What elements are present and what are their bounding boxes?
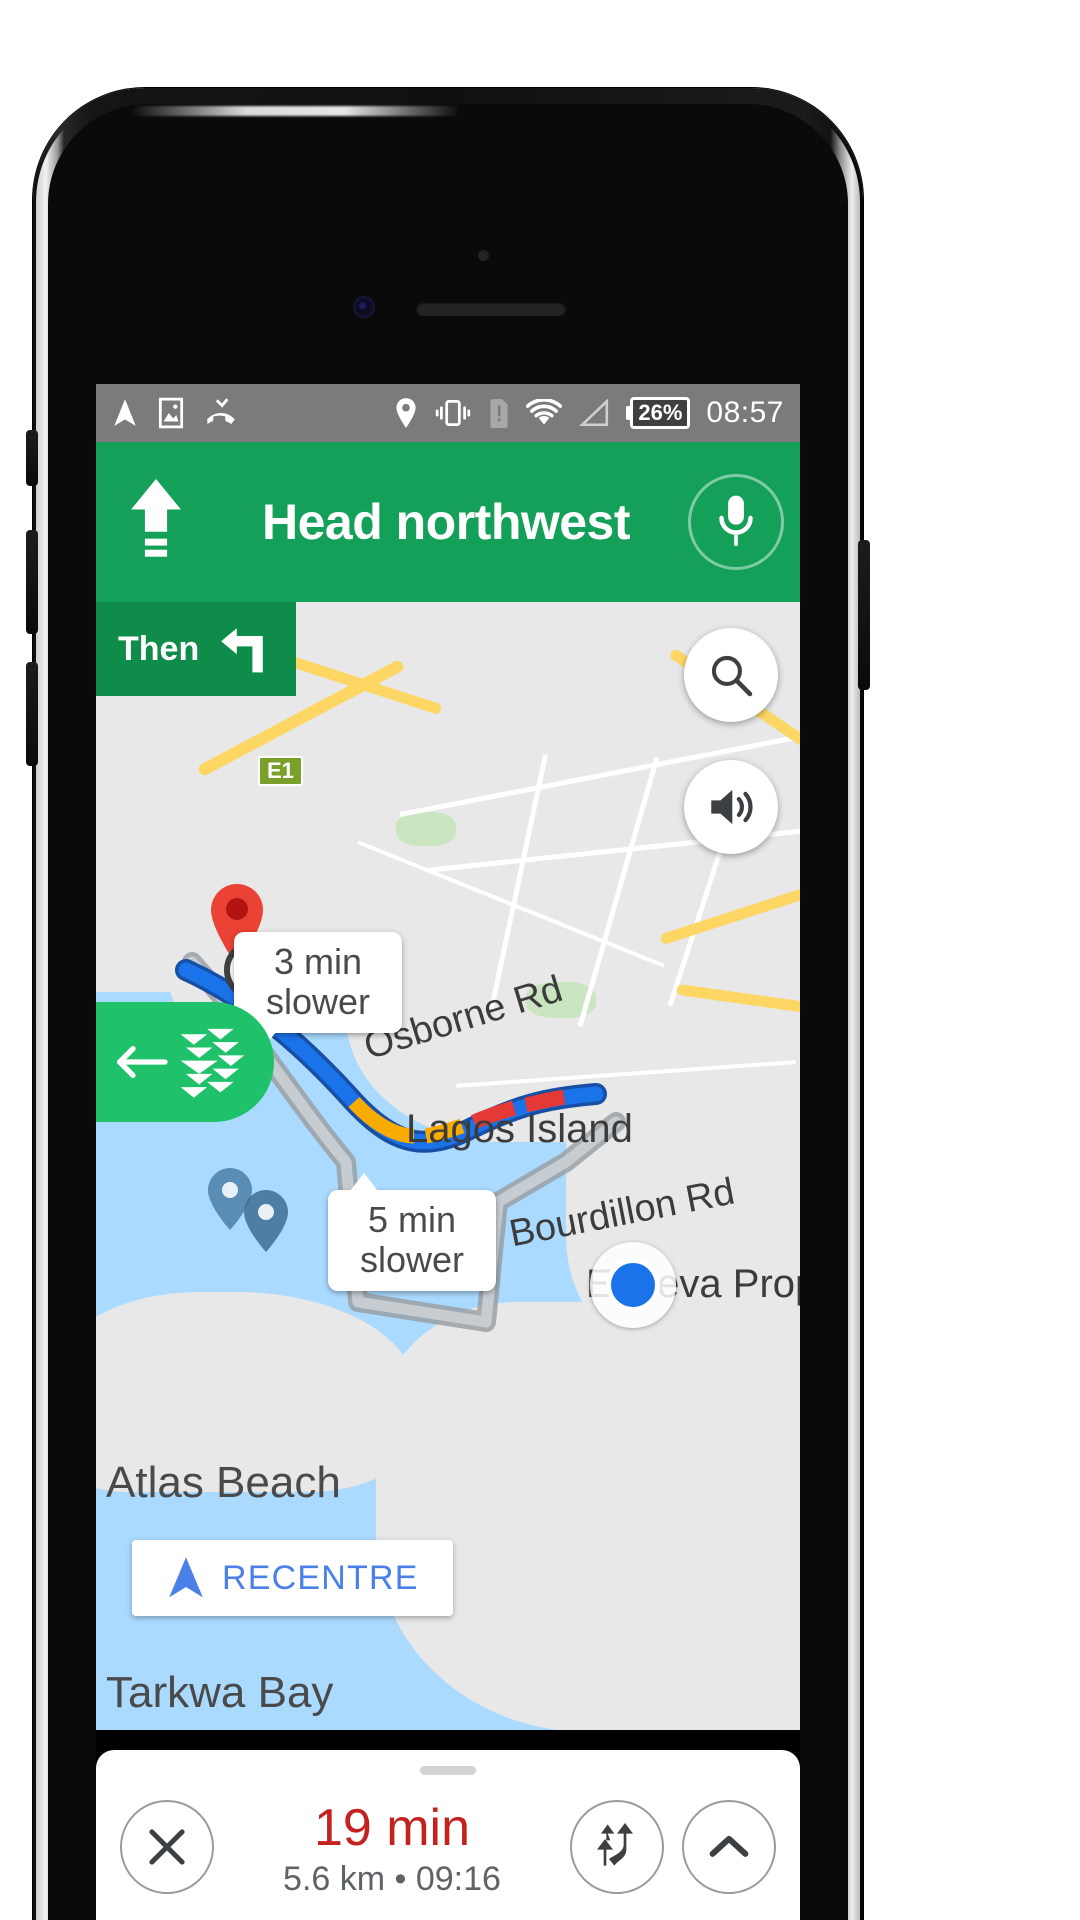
- navigation-instruction: Head northwest: [261, 494, 631, 550]
- status-bar-left-icons: [112, 397, 238, 429]
- vibrate-icon: [436, 400, 471, 426]
- navigation-header: Head northwest: [96, 442, 800, 602]
- recentre-label: RECENTRE: [222, 1558, 419, 1597]
- search-fab[interactable]: [684, 628, 778, 722]
- volume-up-button[interactable]: [26, 530, 38, 634]
- callout-line-2: slower: [359, 1239, 465, 1281]
- earpiece-speaker: [416, 302, 566, 316]
- power-button[interactable]: [858, 540, 870, 690]
- close-icon: [149, 1829, 185, 1865]
- proximity-sensor-icon: [478, 250, 489, 261]
- back-speed-pill[interactable]: [96, 1002, 274, 1122]
- volume-icon: [711, 789, 753, 825]
- status-bar-right-icons: 26% 08:57: [394, 397, 784, 429]
- callout-line-1: 3 min: [273, 941, 363, 982]
- navigation-arrow-icon: [169, 1557, 203, 1598]
- volume-down-button[interactable]: [26, 662, 38, 766]
- route-callout-3min[interactable]: 3 min slower: [234, 932, 402, 1050]
- chevrons-icon: [180, 1028, 245, 1098]
- eta-summary: 19 min 5.6 km • 09:16: [214, 1801, 570, 1899]
- status-bar-clock: 08:57: [706, 396, 784, 429]
- map-label-lagos-island: Lagos Island: [406, 1107, 633, 1151]
- battery-percent-label: 26%: [630, 397, 691, 429]
- sheet-grabber[interactable]: [420, 1766, 476, 1775]
- microphone-icon: [719, 495, 753, 546]
- expand-sheet-button[interactable]: [682, 1800, 776, 1894]
- missed-call-icon: [207, 398, 235, 425]
- sheet-action-buttons: [570, 1800, 776, 1894]
- callout-line-1: 5 min: [367, 1199, 457, 1240]
- then-banner: Then: [96, 602, 296, 696]
- signal-icon: [579, 399, 609, 427]
- user-location-dot: [611, 1263, 655, 1307]
- map-canvas[interactable]: E1 Osborne Rd Lagos Island Bourdillon Rd…: [96, 602, 800, 1730]
- search-icon: [711, 655, 753, 697]
- poi-marker-group: [208, 1168, 288, 1252]
- sound-fab[interactable]: [684, 760, 778, 854]
- map-label-tarkwa-bay: Tarkwa Bay: [106, 1668, 334, 1717]
- eta-bottom-sheet[interactable]: 19 min 5.6 km • 09:16: [96, 1750, 800, 1920]
- alternate-routes-icon: [597, 1823, 633, 1866]
- eta-duration-unit: min: [371, 1799, 471, 1858]
- end-navigation-button[interactable]: [120, 1800, 214, 1894]
- phone-screen: 26% 08:57 Head northwest E1 Osborne Rd L…: [96, 384, 800, 1920]
- alternate-routes-button[interactable]: [570, 1800, 664, 1894]
- screenshot-icon: [158, 397, 184, 429]
- location-icon: [396, 398, 416, 428]
- maneuver-icon-wrap: [108, 479, 204, 565]
- turn-left-icon: [221, 628, 264, 673]
- then-label: Then: [118, 629, 200, 668]
- eta-details: 5.6 km • 09:16: [283, 1859, 501, 1898]
- voice-command-button[interactable]: [688, 474, 784, 570]
- recentre-button[interactable]: RECENTRE: [132, 1540, 453, 1616]
- navigation-arrow-icon: [114, 399, 136, 426]
- battery-indicator: 26%: [626, 397, 691, 429]
- arrow-left-icon: [116, 1046, 168, 1078]
- eta-duration-value: 19: [313, 1799, 372, 1858]
- eta-duration: 19 min: [214, 1801, 570, 1856]
- wifi-icon: [526, 399, 563, 425]
- highway-shield: E1: [258, 756, 303, 786]
- callout-line-2: slower: [265, 981, 371, 1023]
- callout-tail: [350, 1173, 378, 1191]
- screen-glare: [130, 106, 460, 116]
- sim-alert-icon: [490, 399, 508, 428]
- status-bar: 26% 08:57: [96, 384, 800, 442]
- map-label-atlas-beach: Atlas Beach: [106, 1458, 341, 1507]
- route-callout-5min[interactable]: 5 min slower: [328, 1173, 496, 1291]
- front-camera-icon: [353, 296, 375, 318]
- screenshot-stage: 26% 08:57 Head northwest E1 Osborne Rd L…: [0, 0, 1080, 1920]
- chevron-up-icon: [709, 1835, 749, 1857]
- silence-switch[interactable]: [26, 430, 38, 486]
- straight-arrow-icon: [131, 479, 181, 557]
